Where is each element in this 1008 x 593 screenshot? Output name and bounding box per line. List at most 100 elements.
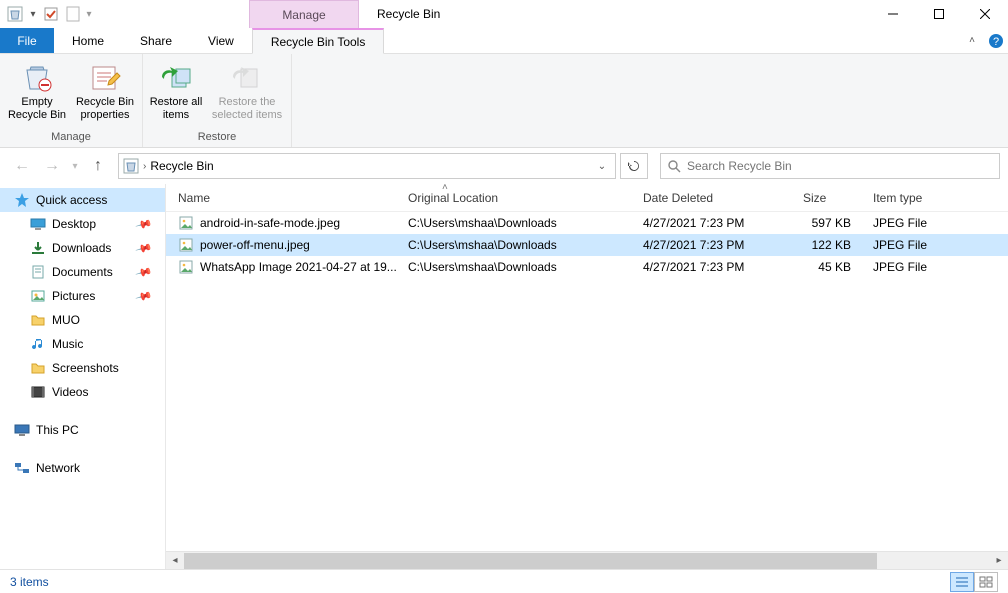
ribbon: Empty Recycle Bin Recycle Bin properties…: [0, 54, 1008, 148]
file-date-deleted: 4/27/2021 7:23 PM: [631, 238, 791, 252]
sidebar-quick-access-label: Quick access: [36, 193, 107, 207]
file-row[interactable]: android-in-safe-mode.jpegC:\Users\mshaa\…: [166, 212, 1008, 234]
title-bar: ▾ ▾ Manage Recycle Bin: [0, 0, 1008, 28]
file-item-type: JPEG File: [861, 260, 971, 274]
sidebar-item-muo[interactable]: MUO: [0, 308, 165, 332]
sidebar-network[interactable]: Network: [0, 456, 165, 480]
maximize-button[interactable]: [916, 0, 962, 28]
recycle-bin-tools-tab[interactable]: Recycle Bin Tools: [252, 28, 385, 54]
sidebar-item-screenshots[interactable]: Screenshots: [0, 356, 165, 380]
address-path[interactable]: Recycle Bin: [150, 159, 589, 173]
file-original-location: C:\Users\mshaa\Downloads: [396, 238, 631, 252]
column-header-item-type[interactable]: Item type: [861, 184, 971, 211]
svg-text:?: ?: [993, 36, 999, 48]
restore-all-label: Restore all items: [149, 96, 203, 122]
sidebar-item-videos[interactable]: Videos: [0, 380, 165, 404]
sidebar-this-pc-label: This PC: [36, 423, 79, 437]
ribbon-group-restore-label: Restore: [198, 131, 237, 145]
details-view-button[interactable]: [950, 572, 974, 592]
file-tab[interactable]: File: [0, 28, 54, 53]
sidebar-item-label: MUO: [52, 313, 80, 327]
folder-icon: [30, 360, 46, 376]
scroll-track[interactable]: [184, 553, 990, 569]
documents-icon: [30, 264, 46, 280]
file-rows: android-in-safe-mode.jpegC:\Users\mshaa\…: [166, 212, 1008, 551]
status-item-count: 3 items: [10, 575, 49, 589]
sidebar-item-label: Downloads: [52, 241, 111, 255]
properties-checkbox-icon[interactable]: [40, 3, 62, 25]
window-title: Recycle Bin: [377, 7, 870, 21]
up-button[interactable]: ↑: [84, 152, 112, 180]
sidebar-quick-access[interactable]: Quick access: [0, 188, 165, 212]
refresh-button[interactable]: [620, 153, 648, 179]
folder-icon: [30, 312, 46, 328]
minimize-button[interactable]: [870, 0, 916, 28]
sidebar-item-documents[interactable]: Documents📌: [0, 260, 165, 284]
address-history-dropdown[interactable]: ⌄: [593, 161, 611, 172]
column-header-size[interactable]: Size: [791, 184, 861, 211]
pin-icon: 📌: [135, 263, 153, 281]
context-tab-manage[interactable]: Manage: [249, 0, 359, 28]
recent-locations-button[interactable]: ▾: [68, 152, 82, 180]
music-icon: [30, 336, 46, 352]
this-pc-icon: [14, 422, 30, 438]
search-box[interactable]: [660, 153, 1000, 179]
address-bar[interactable]: › Recycle Bin ⌄: [118, 153, 616, 179]
back-button[interactable]: ←: [8, 152, 36, 180]
forward-button[interactable]: →: [38, 152, 66, 180]
thumbnails-view-button[interactable]: [974, 572, 998, 592]
sidebar-item-label: Music: [52, 337, 83, 351]
qat-dropdown-icon[interactable]: ▾: [28, 9, 38, 20]
file-date-deleted: 4/27/2021 7:23 PM: [631, 260, 791, 274]
file-item-type: JPEG File: [861, 216, 971, 230]
empty-recycle-bin-button[interactable]: Empty Recycle Bin: [6, 60, 68, 131]
recycle-bin-properties-button[interactable]: Recycle Bin properties: [74, 60, 136, 131]
file-row[interactable]: power-off-menu.jpeg C:\Users\mshaa\Downlo…: [166, 234, 1008, 256]
empty-recycle-bin-icon: [20, 60, 54, 94]
help-icon[interactable]: ?: [984, 28, 1008, 53]
sidebar-item-pictures[interactable]: Pictures📌: [0, 284, 165, 308]
ribbon-tabs: File Home Share View Recycle Bin Tools ˄…: [0, 28, 1008, 54]
scroll-thumb[interactable]: [184, 553, 877, 569]
restore-selected-label: Restore the selected items: [209, 96, 285, 122]
scroll-left-icon[interactable]: ◂: [166, 553, 184, 569]
column-header-date-deleted[interactable]: Date Deleted: [631, 184, 791, 211]
scroll-right-icon[interactable]: ▸: [990, 553, 1008, 569]
qat-customize-icon[interactable]: ▾: [84, 9, 94, 20]
image-file-icon: [178, 237, 194, 253]
sidebar-network-label: Network: [36, 461, 80, 475]
column-header-original-location[interactable]: Original Location: [396, 184, 631, 211]
recycle-bin-path-icon: [123, 158, 139, 174]
sidebar-item-music[interactable]: Music: [0, 332, 165, 356]
pin-icon: 📌: [135, 215, 153, 233]
file-original-location: C:\Users\mshaa\Downloads: [396, 260, 631, 274]
search-input[interactable]: [687, 159, 993, 173]
column-header-name[interactable]: Name: [166, 184, 396, 211]
file-row[interactable]: WhatsApp Image 2021-04-27 at 19....C:\Us…: [166, 256, 1008, 278]
collapse-ribbon-icon[interactable]: ˄: [960, 28, 984, 53]
restore-all-button[interactable]: Restore all items: [149, 60, 203, 131]
home-tab[interactable]: Home: [54, 28, 122, 53]
file-name: power-off-menu.jpeg: [200, 238, 310, 252]
recycle-bin-properties-label: Recycle Bin properties: [74, 96, 136, 122]
search-icon: [667, 159, 681, 173]
breadcrumb-chevron-icon[interactable]: ›: [143, 161, 146, 172]
sidebar-item-desktop[interactable]: Desktop📌: [0, 212, 165, 236]
image-file-icon: [178, 259, 194, 275]
window-controls: [870, 0, 1008, 28]
recycle-bin-icon[interactable]: [4, 3, 26, 25]
navigation-pane: Quick access Desktop📌Downloads📌Documents…: [0, 184, 166, 569]
share-tab[interactable]: Share: [122, 28, 190, 53]
desktop-icon: [30, 216, 46, 232]
horizontal-scrollbar[interactable]: ◂ ▸: [166, 551, 1008, 569]
sidebar-this-pc[interactable]: This PC: [0, 418, 165, 442]
qat-blank-icon[interactable]: [64, 3, 82, 25]
restore-selected-icon: [230, 60, 264, 94]
downloads-icon: [30, 240, 46, 256]
close-button[interactable]: [962, 0, 1008, 28]
pin-icon: 📌: [135, 239, 153, 257]
network-icon: [14, 460, 30, 476]
sidebar-item-downloads[interactable]: Downloads 📌: [0, 236, 165, 260]
view-tab[interactable]: View: [190, 28, 252, 53]
file-list-area: ˄ Name Original Location Date Deleted Si…: [166, 184, 1008, 569]
